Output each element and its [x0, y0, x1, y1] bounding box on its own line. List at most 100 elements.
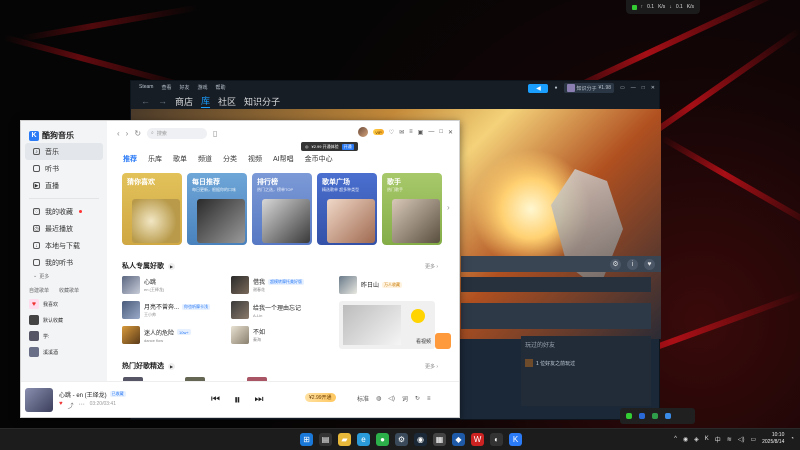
- nav-store[interactable]: 商店: [175, 95, 193, 108]
- avatar[interactable]: [358, 127, 369, 137]
- mail-icon[interactable]: ✉: [399, 129, 404, 136]
- mic-icon[interactable]: ▯: [213, 129, 217, 138]
- tab-library[interactable]: 乐库: [148, 154, 162, 164]
- kugou-tray-icon[interactable]: K: [705, 436, 709, 442]
- forward-arrow-icon[interactable]: →: [158, 96, 167, 106]
- tab-collected-playlists[interactable]: 收藏歌单: [59, 287, 79, 294]
- card-guess-you-like[interactable]: 猜你喜欢: [122, 173, 182, 245]
- nav-profile[interactable]: 知识分子: [244, 95, 280, 108]
- effects-icon[interactable]: ◍: [376, 395, 381, 402]
- menu-friends[interactable]: 好友: [179, 84, 189, 91]
- previous-icon[interactable]: ⏮: [211, 394, 220, 405]
- chevron-up-icon[interactable]: ^: [674, 436, 677, 442]
- refresh-icon[interactable]: ↻: [134, 129, 141, 138]
- vip-upsell-button[interactable]: ¥2.99开通: [305, 393, 336, 402]
- tab-created-playlists[interactable]: 自建歌单: [29, 287, 49, 294]
- tab-coin-center[interactable]: 金币中心: [305, 154, 333, 164]
- minimize-icon[interactable]: —: [428, 129, 434, 135]
- song-item[interactable]: 给我一个理由忘记 A-Lin: [231, 301, 301, 319]
- now-playing-title[interactable]: 心跳 - en (王绎龙): [59, 390, 107, 399]
- chevron-right-icon[interactable]: ›: [447, 203, 450, 212]
- song-item[interactable]: 昨日山 万人收藏: [339, 276, 403, 294]
- volume-icon[interactable]: ◁): [738, 436, 745, 443]
- info-icon[interactable]: i: [627, 258, 638, 270]
- share-icon[interactable]: ⤴: [68, 401, 74, 410]
- minimize-icon[interactable]: —: [631, 85, 636, 91]
- sidebar-item-recent[interactable]: ◷ 最近播放: [25, 220, 103, 237]
- menu-view[interactable]: 查看: [161, 84, 171, 91]
- section-more-link[interactable]: 更多 ›: [425, 363, 438, 370]
- sidebar-item-my-audiobooks[interactable]: 我的听书: [25, 254, 103, 271]
- tab-categories[interactable]: 分类: [223, 154, 237, 164]
- monitor-icon[interactable]: ▭: [620, 85, 625, 91]
- search-input[interactable]: ⌕ 搜索: [147, 127, 208, 139]
- gift-icon[interactable]: ♡: [389, 129, 394, 136]
- chat-app-icon[interactable]: ●: [376, 433, 389, 446]
- lyrics-icon[interactable]: 词: [402, 394, 408, 403]
- tab-ai-sing[interactable]: AI帮唱: [273, 154, 294, 164]
- play-icon[interactable]: ▶: [168, 362, 175, 370]
- network-speed-widget[interactable]: ↑ 0.1 K/s ↓ 0.1 K/s: [625, 0, 700, 14]
- nav-community[interactable]: 社区: [218, 95, 236, 108]
- video-ad-banner[interactable]: 看视频: [339, 301, 435, 349]
- favorite-heart-icon[interactable]: ♥: [644, 258, 655, 270]
- playlist-item[interactable]: 学:: [21, 329, 107, 343]
- loop-icon[interactable]: ↻: [415, 395, 420, 402]
- app-tray-icon[interactable]: [626, 413, 632, 419]
- maximize-icon[interactable]: □: [439, 129, 443, 135]
- task-view-icon[interactable]: ▤: [319, 433, 332, 446]
- app-icon[interactable]: ◆: [452, 433, 465, 446]
- sidebar-item-local[interactable]: ↓ 本地与下载: [25, 237, 103, 254]
- close-icon[interactable]: ✕: [651, 85, 655, 91]
- nav-library[interactable]: 库: [201, 94, 211, 108]
- settings-gear-icon[interactable]: ⚙: [610, 258, 621, 270]
- section-more-link[interactable]: 更多 ›: [425, 263, 438, 270]
- clock[interactable]: 10:10 2025/8/14: [762, 432, 784, 446]
- menu-help[interactable]: 帮助: [216, 84, 226, 91]
- bell-icon[interactable]: ●: [554, 85, 557, 91]
- settings-icon[interactable]: ≡: [409, 129, 413, 135]
- steam-icon[interactable]: ◉: [414, 433, 427, 446]
- play-icon[interactable]: ▶: [168, 262, 175, 270]
- sidebar-item-music[interactable]: ♪ 音乐: [25, 143, 103, 160]
- song-item[interactable]: 月亮不曾奔... 你也听摩卡浅 王小帅: [122, 301, 211, 319]
- back-arrow-icon[interactable]: ‹: [117, 129, 120, 138]
- back-arrow-icon[interactable]: ←: [141, 96, 150, 106]
- heart-icon[interactable]: ♥: [59, 401, 63, 410]
- battery-icon[interactable]: ▭: [750, 436, 756, 443]
- more-icon[interactable]: ⋯: [79, 401, 85, 410]
- tab-recommend[interactable]: 推荐: [123, 154, 137, 164]
- menu-steam[interactable]: Steam: [139, 84, 153, 90]
- miniplayer-icon[interactable]: ▣: [418, 129, 424, 136]
- app-icon[interactable]: ◐: [490, 433, 503, 446]
- windows-start-icon[interactable]: ⊞: [300, 433, 313, 446]
- input-language[interactable]: 中: [715, 435, 721, 444]
- app-tray-icon[interactable]: [652, 413, 658, 419]
- gift-box-icon[interactable]: [435, 333, 451, 349]
- song-item[interactable]: 心跳 en (王绎龙): [122, 276, 164, 294]
- tab-playlists[interactable]: 歌单: [173, 154, 187, 164]
- kugou-icon[interactable]: K: [509, 433, 522, 446]
- song-item[interactable]: 不如 秦海: [231, 326, 265, 344]
- card-daily-recommend[interactable]: 每日推荐 每日更新，根据你的口味: [187, 173, 247, 245]
- next-icon[interactable]: ⏭: [255, 394, 264, 405]
- wps-icon[interactable]: W: [471, 433, 484, 446]
- edge-icon[interactable]: e: [357, 433, 370, 446]
- card-artists[interactable]: 歌手 热门歌手: [382, 173, 442, 245]
- steam-tray-icon[interactable]: ◉: [683, 436, 688, 443]
- close-icon[interactable]: ✕: [448, 129, 453, 136]
- card-charts[interactable]: 排行榜 热门之选，榜单TOP: [252, 173, 312, 245]
- card-playlist-square[interactable]: 歌单广场 精选歌单 超多种类型: [317, 173, 377, 245]
- app-icon[interactable]: ▦: [433, 433, 446, 446]
- sidebar-item-favorites[interactable]: ♡ 我的收藏: [25, 203, 103, 220]
- playlist-item[interactable]: 溪溪酒: [21, 345, 107, 359]
- tab-videos[interactable]: 视频: [248, 154, 262, 164]
- wifi-icon[interactable]: ≋: [727, 436, 732, 443]
- queue-icon[interactable]: ≡: [427, 396, 431, 402]
- app-tray-icon[interactable]: [639, 413, 645, 419]
- friends-row[interactable]: 1 位好友之前玩过: [525, 359, 647, 367]
- broadcast-button[interactable]: ◀: [528, 83, 549, 93]
- notification-bell-icon[interactable]: ◔: [790, 436, 794, 442]
- vip-tooltip[interactable]: ◎ ¥2.99 开通体验 开通: [301, 142, 358, 151]
- song-item[interactable]: 迷人的危险 10w+ dance flow: [122, 326, 191, 344]
